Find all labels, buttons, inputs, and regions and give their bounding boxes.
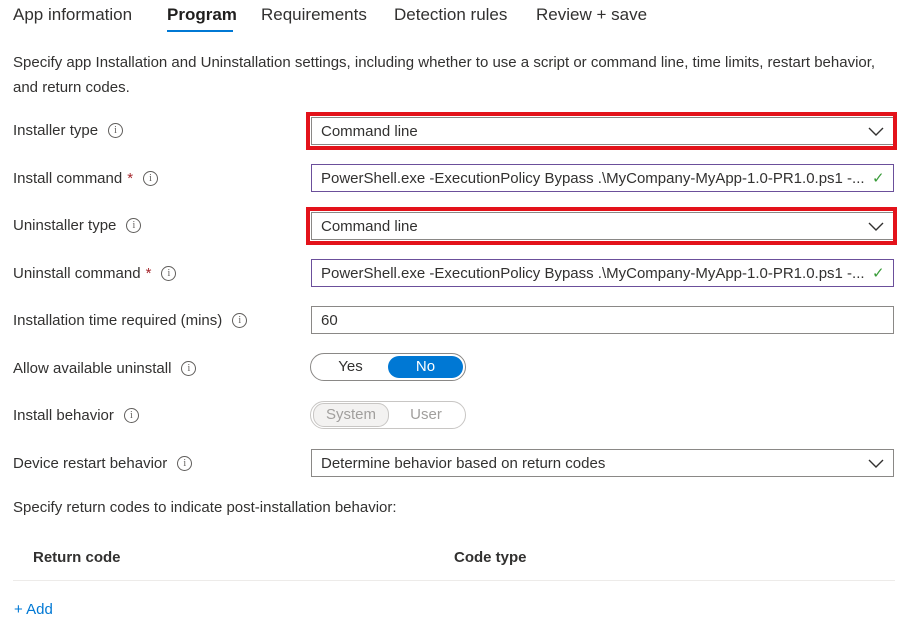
tab-app-information[interactable]: App information <box>13 5 132 25</box>
info-icon[interactable]: i <box>181 361 197 376</box>
uninstall-command-input[interactable]: PowerShell.exe -ExecutionPolicy Bypass .… <box>311 259 894 287</box>
checkmark-icon: ✓ <box>872 265 885 282</box>
install-command-input[interactable]: PowerShell.exe -ExecutionPolicy Bypass .… <box>311 164 894 192</box>
page-description: Specify app Installation and Uninstallat… <box>13 54 876 96</box>
highlight-box <box>306 207 897 245</box>
tab-detection-rules[interactable]: Detection rules <box>394 5 507 25</box>
toggle-option-no[interactable]: No <box>388 356 463 378</box>
allow-uninstall-label-text: Allow available uninstall <box>13 360 172 377</box>
uninstaller-type-label-text: Uninstaller type <box>13 217 117 234</box>
install-behavior-label: Install behavior i <box>13 407 139 424</box>
info-icon[interactable]: i <box>177 456 193 471</box>
uninstall-command-label: Uninstall command * i <box>13 265 177 282</box>
tab-requirements[interactable]: Requirements <box>261 5 367 25</box>
install-behavior-label-text: Install behavior <box>13 407 114 424</box>
tab-bar: App information Program Requirements Det… <box>0 0 918 34</box>
restart-behavior-label: Device restart behavior i <box>13 455 193 472</box>
install-command-label: Install command * i <box>13 170 159 187</box>
restart-behavior-dropdown[interactable]: Determine behavior based on return codes <box>311 449 894 477</box>
toggle-option-yes[interactable]: Yes <box>313 356 388 378</box>
required-asterisk: * <box>145 265 152 282</box>
info-icon[interactable]: i <box>123 408 139 423</box>
allow-uninstall-label: Allow available uninstall i <box>13 360 197 377</box>
install-time-label-text: Installation time required (mins) <box>13 312 223 329</box>
column-header-return-code: Return code <box>33 549 121 566</box>
uninstall-command-value: PowerShell.exe -ExecutionPolicy Bypass .… <box>321 264 865 282</box>
info-icon[interactable]: i <box>232 313 248 328</box>
installer-type-label-text: Installer type <box>13 122 99 139</box>
install-time-input[interactable]: 60 <box>311 306 894 334</box>
highlight-box <box>306 112 897 150</box>
tab-program[interactable]: Program <box>167 5 237 25</box>
tab-review-save[interactable]: Review + save <box>536 5 647 25</box>
restart-behavior-label-text: Device restart behavior <box>13 455 168 472</box>
info-icon[interactable]: i <box>143 171 159 186</box>
info-icon[interactable]: i <box>108 123 124 138</box>
column-header-code-type: Code type <box>454 549 527 566</box>
return-codes-title: Specify return codes to indicate post-in… <box>13 499 397 516</box>
toggle-option-user: User <box>410 406 442 423</box>
install-command-value: PowerShell.exe -ExecutionPolicy Bypass .… <box>321 169 865 187</box>
chevron-down-icon <box>868 459 884 468</box>
info-icon[interactable]: i <box>161 266 177 281</box>
installer-type-label: Installer type i <box>13 122 124 139</box>
info-icon[interactable]: i <box>126 218 142 233</box>
install-behavior-toggle: System User <box>310 401 466 429</box>
install-command-label-text: Install command <box>13 170 123 187</box>
install-time-value: 60 <box>321 311 338 329</box>
uninstaller-type-label: Uninstaller type i <box>13 217 142 234</box>
install-time-label: Installation time required (mins) i <box>13 312 248 329</box>
toggle-option-system: System <box>313 403 389 427</box>
required-asterisk: * <box>127 170 134 187</box>
add-return-code-link[interactable]: + Add <box>14 601 53 618</box>
checkmark-icon: ✓ <box>872 170 885 187</box>
allow-uninstall-toggle: Yes No <box>310 353 466 381</box>
restart-behavior-value: Determine behavior based on return codes <box>321 454 606 472</box>
table-divider <box>13 580 895 581</box>
active-tab-indicator <box>167 30 233 32</box>
uninstall-command-label-text: Uninstall command <box>13 265 141 282</box>
